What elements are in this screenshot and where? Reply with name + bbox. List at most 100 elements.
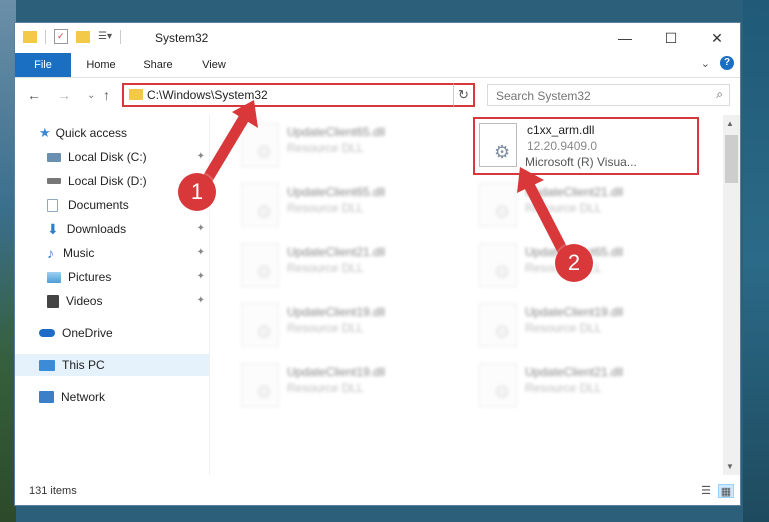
dll-file-icon: ⚙ [241, 123, 279, 167]
file-type: Resource DLL [287, 261, 364, 275]
file-tile[interactable]: ⚙ UpdateClient19.dll Resource DLL [473, 297, 698, 349]
recent-locations-icon[interactable]: ⌄ [87, 90, 95, 101]
sidebar-item-label: Documents [68, 198, 129, 212]
drive-icon [47, 178, 61, 184]
dll-file-icon: ⚙ [479, 123, 517, 167]
pin-icon: ✦ [196, 295, 205, 306]
sidebar-item-local-disk-d[interactable]: Local Disk (D:) [47, 170, 147, 192]
title-bar: ✓ ☰▾ System32 — ☐ ✕ [15, 23, 740, 53]
close-button[interactable]: ✕ [694, 23, 740, 53]
this-pc-icon [39, 359, 55, 371]
search-input[interactable] [494, 88, 698, 104]
pin-icon: ✦ [196, 223, 205, 234]
sidebar-item-label: Quick access [55, 126, 128, 140]
sidebar-item-label: Network [61, 390, 106, 404]
view-switcher: ☰ ▦ [698, 484, 734, 498]
sidebar-item-videos[interactable]: Videos ✦ [47, 290, 205, 312]
details-view-icon[interactable]: ☰ [698, 484, 714, 498]
new-folder-icon[interactable] [76, 30, 90, 43]
file-name: UpdateClient19.dll [525, 305, 624, 319]
navigation-pane: ★ Quick access Local Disk (C:) ✦ Local D… [15, 115, 209, 475]
tab-view[interactable]: View [191, 53, 237, 77]
folder-icon [23, 30, 37, 43]
file-tile[interactable]: ⚙ UpdateClient19.dll Resource DLL [235, 297, 460, 349]
folder-icon [129, 89, 143, 100]
dll-file-icon: ⚙ [479, 243, 517, 287]
tab-home[interactable]: Home [77, 53, 125, 77]
sidebar-item-label: Local Disk (D:) [68, 174, 147, 188]
explorer-window: ✓ ☰▾ System32 — ☐ ✕ File Home Share View… [14, 22, 741, 506]
file-tile[interactable]: ⚙ UpdateClient21.dll Resource DLL [235, 237, 460, 289]
scroll-down-icon[interactable]: ▼ [726, 462, 734, 471]
sidebar-item-music[interactable]: ♪ Music ✦ [47, 242, 205, 264]
sidebar-item-onedrive[interactable]: OneDrive [39, 322, 113, 344]
file-tile[interactable]: ⚙ UpdateClient19.dll Resource DLL [235, 357, 460, 409]
file-type: Resource DLL [525, 321, 602, 335]
file-name: UpdateClient21.dll [525, 185, 624, 199]
search-icon: ⌕ [716, 87, 723, 101]
sidebar-item-quick-access[interactable]: ★ Quick access [39, 122, 127, 144]
file-tile[interactable]: ⚙ UpdateClient65.dll Resource DLL [235, 117, 460, 169]
file-tile[interactable]: ⚙ UpdateClient21.dll Resource DLL [473, 177, 698, 229]
sidebar-item-network[interactable]: Network [39, 386, 105, 408]
quick-access-toolbar: ✓ ☰▾ [23, 29, 125, 44]
dll-file-icon: ⚙ [479, 363, 517, 407]
scroll-up-icon[interactable]: ▲ [726, 119, 734, 128]
dll-file-icon: ⚙ [241, 303, 279, 347]
item-count: 131 items [29, 485, 77, 497]
sidebar-item-documents[interactable]: Documents [47, 194, 129, 216]
pictures-icon [47, 271, 61, 283]
up-button[interactable]: ↑ [103, 87, 110, 103]
maximize-button[interactable]: ☐ [648, 23, 694, 53]
dll-file-icon: ⚙ [241, 183, 279, 227]
sidebar-item-label: Music [63, 246, 95, 260]
scrollbar-thumb[interactable] [725, 135, 738, 183]
back-button[interactable]: ← [27, 87, 41, 103]
file-tile-c1xx-arm[interactable]: ⚙ c1xx_arm.dll 12.20.9409.0 Microsoft (R… [473, 117, 699, 175]
address-bar[interactable]: C:\Windows\System32 ⌄ [122, 83, 475, 107]
refresh-button[interactable]: ↻ [453, 83, 475, 107]
properties-icon[interactable]: ✓ [54, 29, 68, 44]
sidebar-item-this-pc[interactable]: This PC [15, 354, 209, 376]
file-name: UpdateClient21.dll [525, 365, 624, 379]
navigation-bar: ← → ⌄ ↑ C:\Windows\System32 ⌄ ↻ ⌕ [15, 78, 740, 112]
file-name: UpdateClient65.dll [287, 125, 386, 139]
toolbar-divider [45, 29, 46, 44]
tab-share[interactable]: Share [133, 53, 183, 77]
pin-icon: ✦ [196, 271, 205, 282]
drive-icon [47, 152, 61, 162]
sidebar-item-label: OneDrive [62, 326, 113, 340]
window-title: System32 [155, 31, 209, 45]
file-version: 12.20.9409.0 [527, 139, 598, 153]
sidebar-item-downloads[interactable]: ⬇ Downloads ✦ [47, 218, 205, 240]
sidebar-item-label: This PC [62, 358, 105, 372]
window-controls: — ☐ ✕ [602, 23, 740, 53]
network-icon [39, 391, 54, 403]
customize-toolbar-icon[interactable]: ☰▾ [98, 31, 112, 42]
vertical-scrollbar[interactable]: ▲ ▼ [723, 115, 740, 475]
search-box[interactable]: ⌕ [487, 84, 730, 106]
file-name: c1xx_arm.dll [527, 123, 595, 137]
pin-icon: ✦ [196, 151, 205, 162]
status-bar: 131 items ☰ ▦ [15, 479, 740, 505]
sidebar-item-pictures[interactable]: Pictures ✦ [47, 266, 205, 288]
tab-file[interactable]: File [15, 53, 71, 77]
sidebar-item-label: Downloads [66, 222, 127, 236]
dll-file-icon: ⚙ [241, 363, 279, 407]
dll-file-icon: ⚙ [479, 183, 517, 227]
sidebar-item-label: Videos [66, 294, 103, 308]
dll-file-icon: ⚙ [479, 303, 517, 347]
file-tile[interactable]: ⚙ UpdateClient65.dll Resource DLL [235, 177, 460, 229]
callout-2: 2 [555, 244, 593, 282]
onedrive-icon [39, 329, 55, 337]
expand-ribbon-icon[interactable]: ⌄ [701, 57, 710, 70]
forward-button[interactable]: → [57, 87, 71, 103]
file-tile[interactable]: ⚙ UpdateClient21.dll Resource DLL [473, 357, 698, 409]
help-icon[interactable]: ? [720, 56, 734, 70]
sidebar-item-local-disk-c[interactable]: Local Disk (C:) ✦ [47, 146, 205, 168]
callout-1: 1 [178, 173, 216, 211]
file-type: Resource DLL [287, 321, 364, 335]
dll-file-icon: ⚙ [241, 243, 279, 287]
minimize-button[interactable]: — [602, 23, 648, 53]
tiles-view-icon[interactable]: ▦ [718, 484, 734, 498]
